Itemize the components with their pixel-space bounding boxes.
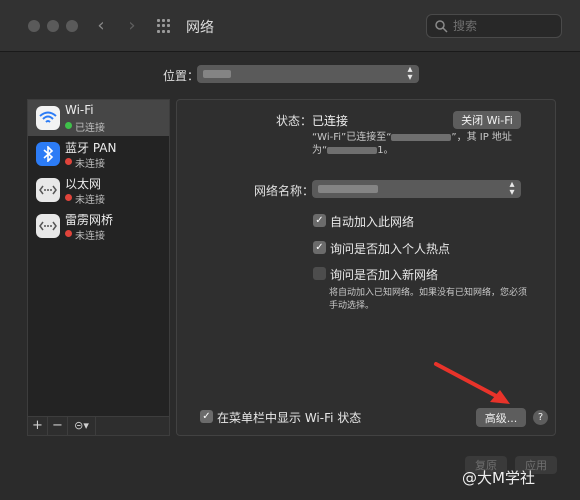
status-dot-disconnected <box>65 230 72 237</box>
location-label: 位置： <box>163 69 200 83</box>
service-item-wifi[interactable]: Wi-Fi 已连接 <box>28 100 169 136</box>
network-name-select[interactable]: ▴ ▾ <box>312 180 521 198</box>
service-name: 雷雳网桥 <box>65 213 114 227</box>
remove-service-button[interactable]: − <box>48 417 68 435</box>
checkmark-icon: ✓ <box>200 410 213 423</box>
service-name: 蓝牙 PAN <box>65 141 117 155</box>
minimize-window-button[interactable] <box>47 20 59 32</box>
search-field[interactable] <box>426 14 562 38</box>
network-preferences-window: ‹ › 网络 位置： ▴▾ Wi-Fi <box>0 0 580 500</box>
service-status: 已连接 <box>65 119 105 134</box>
status-label: 状态： <box>276 114 313 128</box>
wifi-icon <box>36 106 60 130</box>
search-icon <box>435 20 448 33</box>
back-icon[interactable]: ‹ <box>90 14 112 38</box>
annotation-arrow-icon <box>434 362 510 404</box>
zoom-window-button[interactable] <box>66 20 78 32</box>
turn-off-wifi-button[interactable]: 关闭 Wi-Fi <box>453 111 521 129</box>
help-button[interactable]: ? <box>533 410 548 425</box>
service-action-menu-button[interactable]: ⊝▾ <box>68 417 96 435</box>
bluetooth-icon <box>36 142 60 166</box>
forward-icon[interactable]: › <box>121 14 143 38</box>
location-value-redacted <box>203 70 231 78</box>
chevron-updown-icon: ▴ ▾ <box>509 179 515 198</box>
watermark: @大M学社 <box>462 469 535 487</box>
service-list-controls: + − ⊝▾ <box>27 417 170 436</box>
status-dot-disconnected <box>65 158 72 165</box>
location-select[interactable]: ▴ ▾ <box>197 65 419 83</box>
advanced-button[interactable]: 高级... <box>476 408 526 427</box>
service-item-bluetooth-pan[interactable]: 蓝牙 PAN 未连接 <box>28 136 169 172</box>
ask-new-networks-description: 将自动加入已知网络。如果没有已知网络，您必须手动选择。 <box>329 288 528 311</box>
status-description: “Wi-Fi”已连接至“ ”，其 IP 地址 为“ 1。 <box>312 132 512 156</box>
service-list: Wi-Fi 已连接 蓝牙 PAN 未连接 以太网 未连接 雷雳网桥 未连接 <box>27 99 170 417</box>
status-dot-disconnected <box>65 194 72 201</box>
chevron-updown-icon: ▴ ▾ <box>407 64 413 83</box>
service-name: 以太网 <box>65 177 102 191</box>
network-name-redacted <box>318 185 378 193</box>
service-item-ethernet[interactable]: 以太网 未连接 <box>28 172 169 208</box>
status-value: 已连接 <box>312 114 349 128</box>
service-item-thunderbolt-bridge[interactable]: 雷雳网桥 未连接 <box>28 208 169 244</box>
show-all-grid-icon[interactable] <box>157 19 171 33</box>
thunderbolt-bridge-icon <box>36 214 60 238</box>
status-dot-connected <box>65 122 72 129</box>
window-title: 网络 <box>186 20 214 36</box>
service-status: 未连接 <box>65 155 105 170</box>
ssid-redacted <box>391 133 452 141</box>
checkmark-icon: ✓ <box>313 241 326 254</box>
service-status: 未连接 <box>65 227 105 242</box>
search-input[interactable] <box>453 18 553 34</box>
ethernet-icon <box>36 178 60 202</box>
service-status: 未连接 <box>65 191 105 206</box>
service-name: Wi-Fi <box>65 103 94 117</box>
add-service-button[interactable]: + <box>28 417 48 435</box>
checkmark-icon: ✓ <box>313 214 326 227</box>
unchecked-box <box>313 267 326 280</box>
ip-redacted <box>327 146 378 154</box>
title-bar: ‹ › 网络 <box>0 0 580 52</box>
network-name-label: 网络名称： <box>254 184 315 198</box>
close-window-button[interactable] <box>28 20 40 32</box>
